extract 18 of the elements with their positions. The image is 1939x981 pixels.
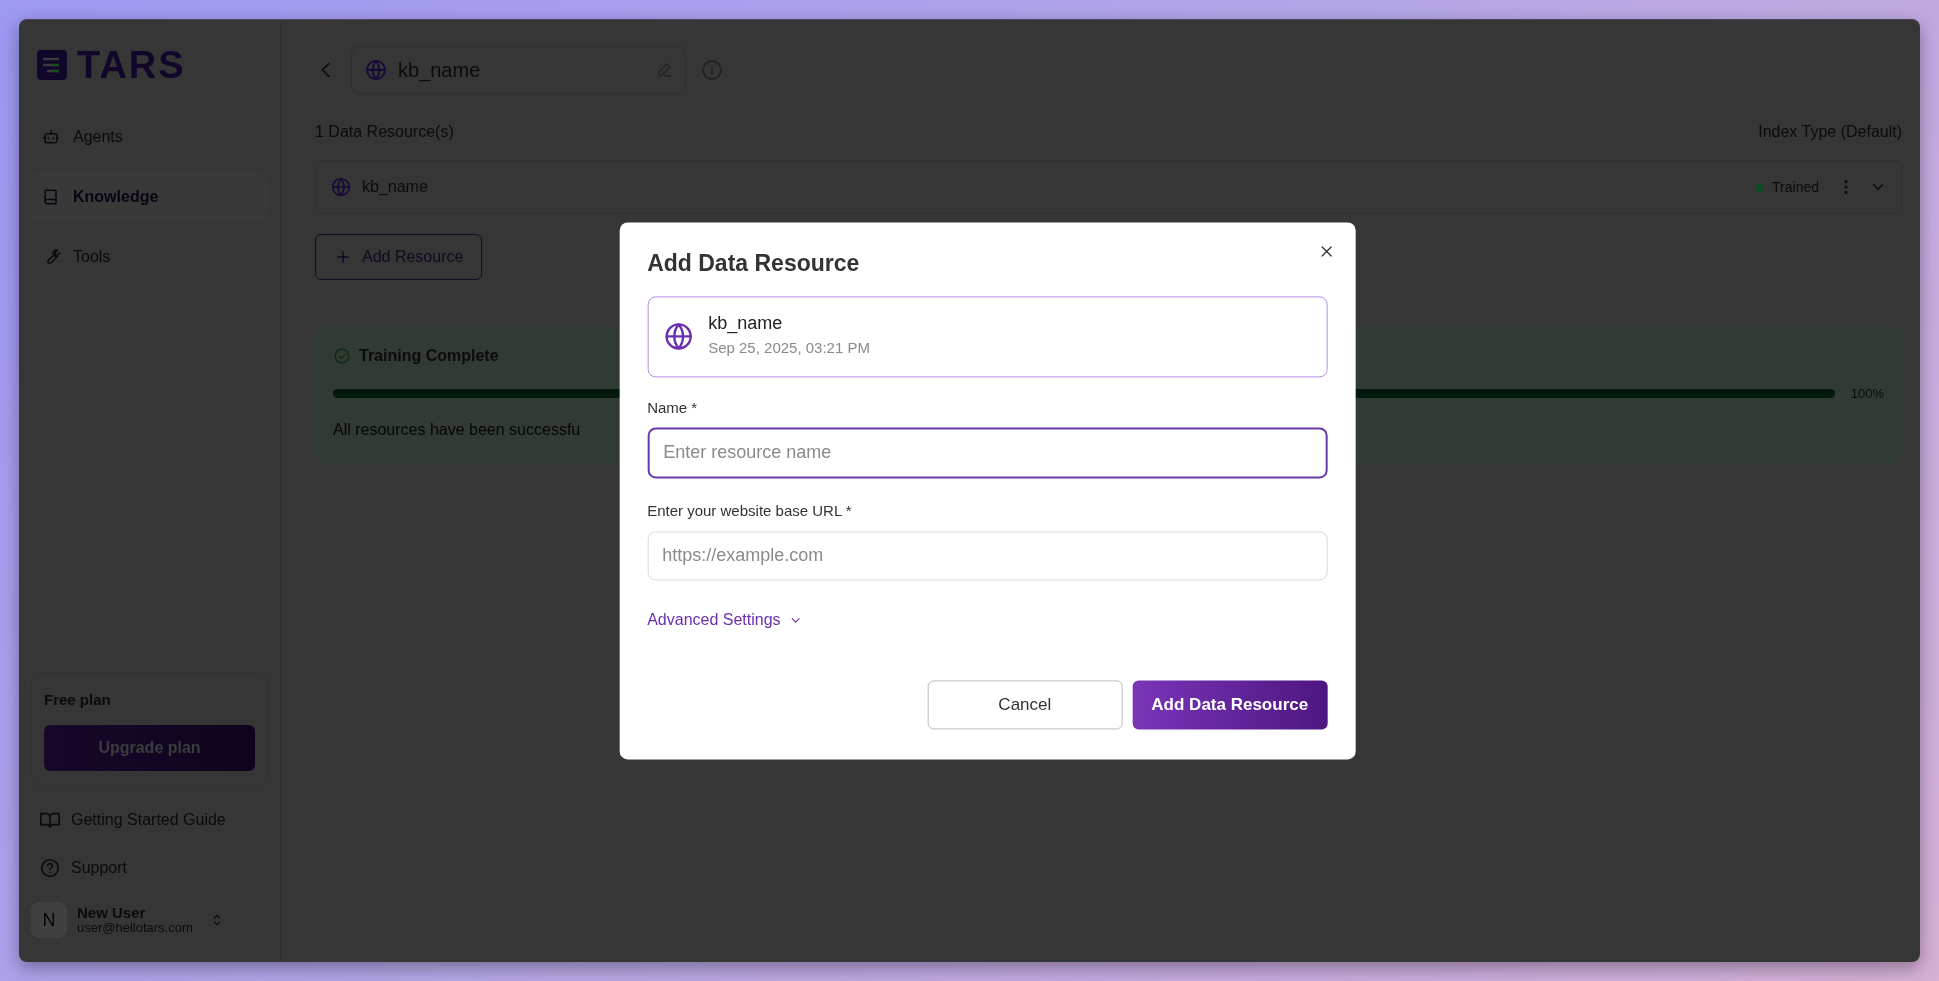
- field-label: Enter your website base URL *: [647, 501, 853, 522]
- globe-icon: [330, 176, 352, 198]
- field-label: Name *: [647, 398, 699, 419]
- globe-icon: [662, 320, 695, 353]
- user-avatar: N: [31, 902, 67, 938]
- cancel-button[interactable]: Cancel: [927, 680, 1123, 730]
- submit-button[interactable]: Add Data Resource: [1132, 680, 1328, 730]
- logo-icon: [37, 50, 67, 80]
- advanced-settings-toggle[interactable]: Advanced Settings: [647, 608, 803, 633]
- input-field[interactable]: Enter resource name: [647, 427, 1328, 479]
- globe-icon: [364, 58, 388, 82]
- dialog-title: Add Data Resource: [647, 250, 861, 278]
- robot-icon: [41, 127, 61, 147]
- source-name: kb_name: [708, 313, 784, 335]
- help-icon: [39, 857, 61, 879]
- plus-icon: [334, 248, 352, 266]
- source-date: Sep 25, 2025, 03:21 PM: [708, 338, 870, 359]
- check-circle-icon: [333, 347, 351, 365]
